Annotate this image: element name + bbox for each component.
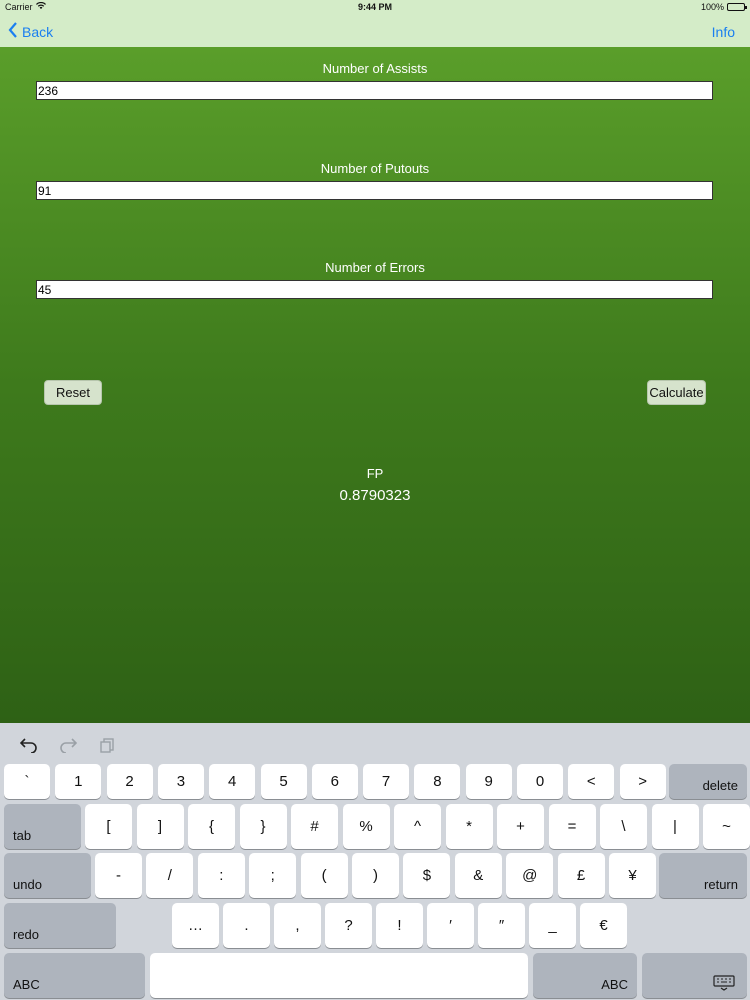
keyboard-key[interactable]: < bbox=[568, 764, 615, 799]
reset-button[interactable]: Reset bbox=[44, 380, 102, 405]
keyboard-key[interactable]: _ bbox=[529, 903, 576, 948]
tab-key[interactable]: tab bbox=[4, 804, 81, 849]
keyboard-key[interactable]: / bbox=[146, 853, 194, 898]
keyboard-key[interactable]: 3 bbox=[157, 764, 204, 799]
keyboard-key[interactable]: : bbox=[197, 853, 245, 898]
abc-key-left[interactable]: ABC bbox=[4, 953, 145, 998]
battery-indicator: 100% bbox=[700, 2, 747, 12]
keyboard-key[interactable]: # bbox=[291, 804, 338, 849]
keyboard-key[interactable]: ″ bbox=[478, 903, 525, 948]
keyboard-key[interactable]: 8 bbox=[414, 764, 461, 799]
keyboard-key[interactable]: … bbox=[172, 903, 219, 948]
keyboard-key[interactable]: $ bbox=[403, 853, 451, 898]
keyboard-key[interactable]: [ bbox=[85, 804, 132, 849]
navigation-bar: Back Info bbox=[0, 15, 750, 47]
battery-icon bbox=[727, 3, 747, 11]
keyboard-key[interactable]: 0 bbox=[517, 764, 563, 799]
keyboard-key[interactable]: } bbox=[239, 804, 287, 849]
keyboard-key[interactable]: 5 bbox=[260, 764, 307, 799]
keyboard-key[interactable]: 4 bbox=[209, 764, 256, 799]
keyboard-key[interactable]: ¥ bbox=[609, 853, 656, 898]
keyboard-dismiss-key[interactable] bbox=[642, 953, 747, 998]
keyboard-key[interactable]: @ bbox=[506, 853, 554, 898]
keyboard-dismiss-icon bbox=[713, 975, 735, 994]
assists-label: Number of Assists bbox=[322, 61, 428, 76]
keyboard-key[interactable]: ? bbox=[325, 903, 372, 948]
keyboard-key[interactable]: * bbox=[445, 804, 493, 849]
redo-icon[interactable] bbox=[58, 735, 78, 755]
result-value: 0.8790323 bbox=[339, 487, 411, 504]
abc-key-right[interactable]: ABC bbox=[533, 953, 637, 998]
keyboard-key[interactable]: 7 bbox=[363, 764, 410, 799]
keyboard-key[interactable]: - bbox=[95, 853, 142, 898]
info-button[interactable]: Info bbox=[712, 24, 735, 40]
putouts-input[interactable] bbox=[36, 181, 713, 200]
keyboard-key[interactable]: & bbox=[454, 853, 502, 898]
keyboard-key[interactable]: ~ bbox=[703, 804, 750, 849]
keyboard-key[interactable]: 6 bbox=[311, 764, 358, 799]
keyboard-key[interactable]: ) bbox=[352, 853, 399, 898]
back-label: Back bbox=[22, 23, 54, 40]
calculator-panel: Number of Assists Number of Putouts Numb… bbox=[0, 47, 750, 723]
back-button[interactable]: Back bbox=[8, 22, 53, 41]
keyboard-key[interactable]: { bbox=[188, 804, 235, 849]
keyboard-key[interactable]: , bbox=[274, 903, 321, 948]
assists-input[interactable] bbox=[36, 81, 713, 100]
paste-icon[interactable] bbox=[98, 735, 118, 755]
keyboard-key[interactable]: > bbox=[619, 764, 666, 799]
status-bar: Carrier 9:44 PM 100% bbox=[0, 0, 750, 15]
keyboard-key[interactable]: ′ bbox=[427, 903, 474, 948]
keyboard-shortcut-bar bbox=[0, 723, 750, 763]
undo-key[interactable]: undo bbox=[4, 853, 91, 898]
result-label: FP bbox=[366, 466, 384, 481]
on-screen-keyboard: ` 1 2 3 4 5 6 7 8 9 0 < > []{} #% ^ * + = \ | ~ - /:;() $ & @ £ ¥ ….,… bbox=[0, 723, 750, 1000]
undo-icon[interactable] bbox=[19, 735, 39, 755]
battery-label: 100% bbox=[700, 2, 724, 12]
clock: 9:44 PM bbox=[357, 2, 392, 12]
keyboard-key[interactable]: . bbox=[223, 903, 270, 948]
chevron-left-icon bbox=[8, 22, 18, 41]
keyboard-key[interactable]: \ bbox=[600, 804, 647, 849]
keyboard-key[interactable]: £ bbox=[557, 853, 605, 898]
keyboard-key[interactable]: % bbox=[342, 804, 390, 849]
keyboard-key[interactable]: € bbox=[580, 903, 627, 948]
calculate-button[interactable]: Calculate bbox=[647, 380, 706, 405]
keyboard-key[interactable]: ` bbox=[4, 764, 50, 799]
keyboard-key[interactable]: ( bbox=[300, 853, 348, 898]
keyboard-key[interactable]: 1 bbox=[55, 764, 102, 799]
keyboard-key[interactable]: = bbox=[548, 804, 596, 849]
keyboard-key[interactable]: ; bbox=[249, 853, 297, 898]
keyboard-key[interactable]: ] bbox=[136, 804, 184, 849]
keyboard-key[interactable]: 9 bbox=[465, 764, 512, 799]
keyboard-key[interactable]: + bbox=[497, 804, 544, 849]
putouts-label: Number of Putouts bbox=[320, 161, 430, 176]
redo-key[interactable]: redo bbox=[4, 903, 116, 948]
keyboard-key[interactable]: 2 bbox=[106, 764, 153, 799]
return-key[interactable]: return bbox=[659, 853, 747, 898]
keyboard-key[interactable]: ! bbox=[376, 903, 423, 948]
errors-input[interactable] bbox=[36, 280, 713, 299]
delete-key[interactable]: delete bbox=[669, 764, 747, 799]
errors-label: Number of Errors bbox=[325, 260, 425, 275]
keyboard-key[interactable]: ^ bbox=[394, 804, 441, 849]
space-key[interactable] bbox=[150, 953, 528, 998]
keyboard-key[interactable]: | bbox=[651, 804, 699, 849]
